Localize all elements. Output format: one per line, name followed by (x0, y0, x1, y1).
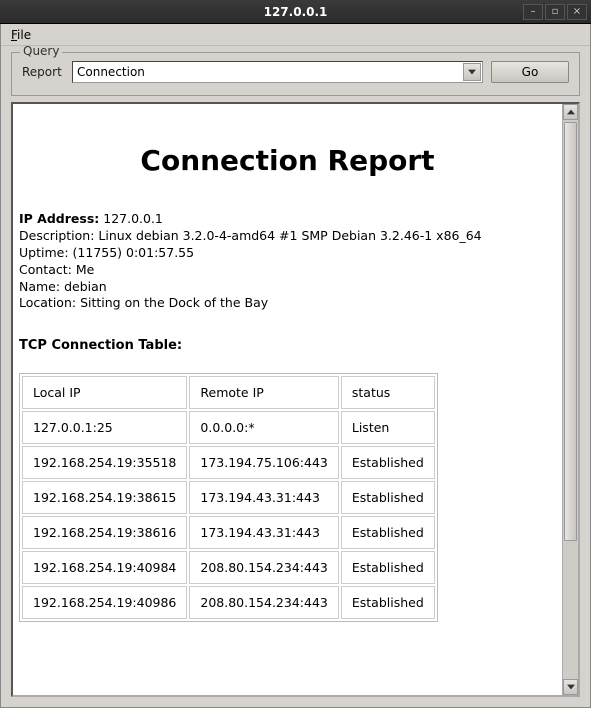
report-panel: Connection Report IP Address: 127.0.0.1 … (11, 102, 580, 697)
vertical-scrollbar[interactable] (562, 104, 578, 695)
contact-value: Me (76, 262, 94, 277)
report-label: Report (22, 65, 64, 79)
titlebar[interactable]: 127.0.0.1 – ▫ × (0, 0, 591, 24)
ip-value: 127.0.0.1 (103, 211, 163, 226)
cell-remote: 0.0.0.0:* (189, 411, 338, 444)
tcp-table-title: TCP Connection Table: (19, 338, 556, 353)
client-area: File Query Report Connection (0, 24, 591, 708)
menubar: File (1, 24, 590, 46)
report-title: Connection Report (19, 144, 556, 177)
query-fieldset: Query Report Connection Go (11, 52, 580, 96)
table-row: 192.168.254.19:38616173.194.43.31:443Est… (22, 516, 435, 549)
cell-status: Established (341, 551, 435, 584)
cell-status: Established (341, 586, 435, 619)
scroll-thumb[interactable] (564, 122, 577, 541)
contact-label: Contact: (19, 262, 72, 277)
location-label: Location: (19, 295, 76, 310)
query-row: Report Connection Go (22, 61, 569, 83)
minimize-icon: – (531, 6, 536, 17)
close-button[interactable]: × (567, 4, 587, 20)
table-header-row: Local IP Remote IP status (22, 376, 435, 409)
query-legend: Query (20, 46, 62, 58)
table-row: 127.0.0.1:250.0.0.0:*Listen (22, 411, 435, 444)
cell-local: 127.0.0.1:25 (22, 411, 187, 444)
location-value: Sitting on the Dock of the Bay (80, 295, 268, 310)
cell-local: 192.168.254.19:38616 (22, 516, 187, 549)
report-content: Connection Report IP Address: 127.0.0.1 … (13, 104, 562, 695)
go-button-label: Go (522, 65, 539, 79)
window-title: 127.0.0.1 (264, 5, 328, 19)
minimize-button[interactable]: – (523, 4, 543, 20)
cell-local: 192.168.254.19:40986 (22, 586, 187, 619)
uptime-value: (11755) 0:01:57.55 (73, 245, 195, 260)
go-button[interactable]: Go (491, 61, 569, 83)
cell-remote: 208.80.154.234:443 (189, 586, 338, 619)
table-row: 192.168.254.19:35518173.194.75.106:443Es… (22, 446, 435, 479)
titlebar-controls: – ▫ × (523, 4, 587, 20)
maximize-button[interactable]: ▫ (545, 4, 565, 20)
cell-local: 192.168.254.19:35518 (22, 446, 187, 479)
cell-status: Established (341, 446, 435, 479)
cell-local: 192.168.254.19:40984 (22, 551, 187, 584)
col-local: Local IP (22, 376, 187, 409)
tcp-connection-table: Local IP Remote IP status 127.0.0.1:250.… (19, 373, 438, 622)
table-row: 192.168.254.19:40984208.80.154.234:443Es… (22, 551, 435, 584)
uptime-label: Uptime: (19, 245, 69, 260)
description-label: Description: (19, 228, 94, 243)
name-label: Name: (19, 279, 60, 294)
scroll-track[interactable] (563, 120, 578, 679)
app-window: 127.0.0.1 – ▫ × File Query Report Connec… (0, 0, 591, 708)
col-status: status (341, 376, 435, 409)
cell-status: Established (341, 516, 435, 549)
ip-label: IP Address: (19, 211, 99, 226)
table-row: 192.168.254.19:40986208.80.154.234:443Es… (22, 586, 435, 619)
maximize-icon: ▫ (552, 6, 559, 17)
cell-status: Listen (341, 411, 435, 444)
menu-file[interactable]: File (5, 26, 37, 44)
scroll-up-button[interactable] (563, 104, 578, 120)
chevron-down-icon (463, 63, 481, 81)
description-value: Linux debian 3.2.0-4-amd64 #1 SMP Debian… (98, 228, 481, 243)
info-block: IP Address: 127.0.0.1 Description: Linux… (19, 211, 556, 312)
scroll-down-button[interactable] (563, 679, 578, 695)
cell-remote: 208.80.154.234:443 (189, 551, 338, 584)
report-select-value: Connection (77, 65, 145, 79)
body-area: Query Report Connection Go (1, 46, 590, 707)
cell-status: Established (341, 481, 435, 514)
cell-remote: 173.194.43.31:443 (189, 481, 338, 514)
report-select[interactable]: Connection (72, 61, 483, 83)
name-value: debian (64, 279, 107, 294)
cell-local: 192.168.254.19:38615 (22, 481, 187, 514)
col-remote: Remote IP (189, 376, 338, 409)
cell-remote: 173.194.75.106:443 (189, 446, 338, 479)
close-icon: × (573, 6, 581, 17)
table-row: 192.168.254.19:38615173.194.43.31:443Est… (22, 481, 435, 514)
cell-remote: 173.194.43.31:443 (189, 516, 338, 549)
